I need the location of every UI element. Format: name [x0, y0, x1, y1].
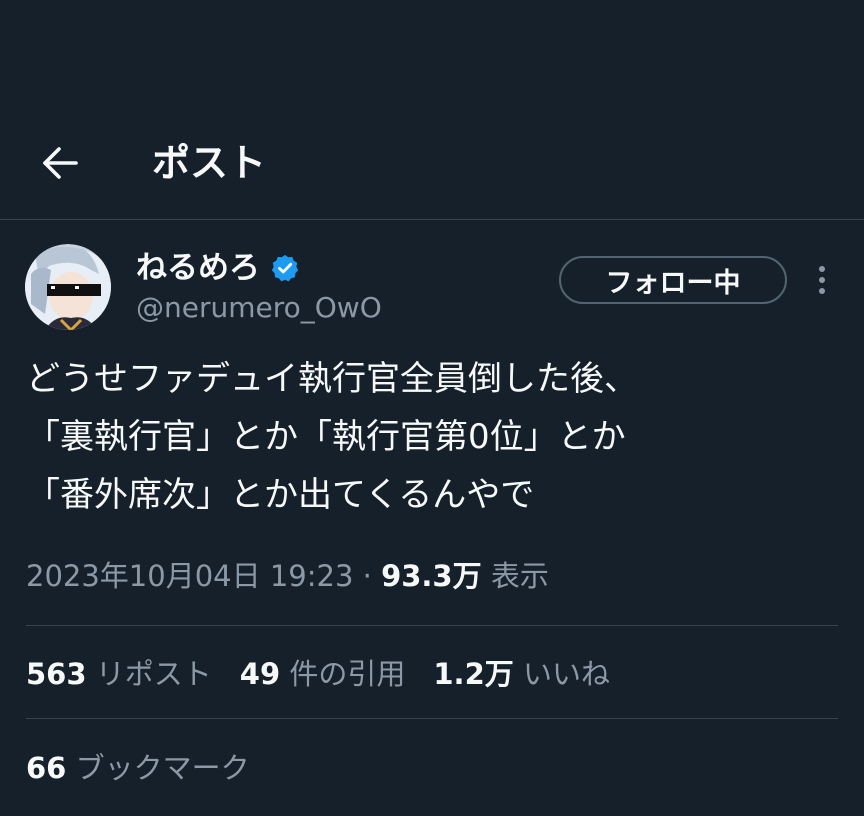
- views-label: 表示: [490, 559, 549, 593]
- bookmarks-label: ブックマーク: [75, 751, 250, 785]
- post-text-line: 「番外席次」とか出てくるんやで: [26, 475, 535, 515]
- arrow-left-icon: [43, 147, 78, 179]
- likes-stat[interactable]: 1.2万 いいね: [433, 652, 610, 696]
- engagement-stats: 563 リポスト 49 件の引用 1.2万 いいね: [26, 652, 610, 696]
- following-button[interactable]: フォロー中: [559, 256, 787, 304]
- avatar-image: [25, 244, 111, 330]
- page-title: ポスト: [152, 141, 267, 185]
- reposts-stat[interactable]: 563 リポスト: [26, 652, 212, 696]
- author-display-name[interactable]: ねるめろ: [136, 248, 260, 288]
- avatar[interactable]: [25, 244, 111, 330]
- more-options-button[interactable]: [806, 258, 838, 302]
- post-timestamp[interactable]: 2023年10月04日 19:23: [26, 559, 353, 593]
- meta-separator: ·: [362, 559, 372, 593]
- more-vertical-icon: [819, 266, 825, 294]
- views-count[interactable]: 93.3万: [381, 559, 482, 593]
- reposts-count: 563: [26, 657, 87, 691]
- reposts-label: リポスト: [95, 657, 212, 691]
- back-button[interactable]: [34, 138, 86, 188]
- likes-count: 1.2万: [433, 657, 514, 691]
- post-text: どうせファデュイ執行官全員倒した後、 「裏執行官」とか「執行官第0位」とか 「番…: [26, 350, 826, 524]
- divider: [26, 718, 838, 719]
- bookmarks-stat[interactable]: 66 ブックマーク: [26, 746, 250, 790]
- post-meta: 2023年10月04日 19:23 · 93.3万 表示: [26, 556, 549, 596]
- bookmarks-count: 66: [26, 751, 67, 785]
- quotes-stat[interactable]: 49 件の引用: [240, 652, 406, 696]
- verified-badge-icon: [270, 253, 300, 283]
- top-bar: ポスト: [0, 0, 864, 220]
- post-text-line: どうせファデュイ執行官全員倒した後、: [26, 359, 638, 399]
- quotes-count: 49: [239, 657, 281, 691]
- quotes-label: 件の引用: [289, 657, 406, 691]
- likes-label: いいね: [522, 657, 610, 691]
- post-text-line: 「裏執行官」とか「執行官第0位」とか: [26, 417, 626, 457]
- divider: [26, 625, 838, 626]
- author-handle[interactable]: @nerumero_OwO: [136, 290, 382, 326]
- author-name-row[interactable]: ねるめろ: [136, 246, 300, 290]
- post-detail-page: ポスト ねるめろ @nerumero_OwO フォロー中 どうせファデュイ執行官…: [0, 0, 864, 816]
